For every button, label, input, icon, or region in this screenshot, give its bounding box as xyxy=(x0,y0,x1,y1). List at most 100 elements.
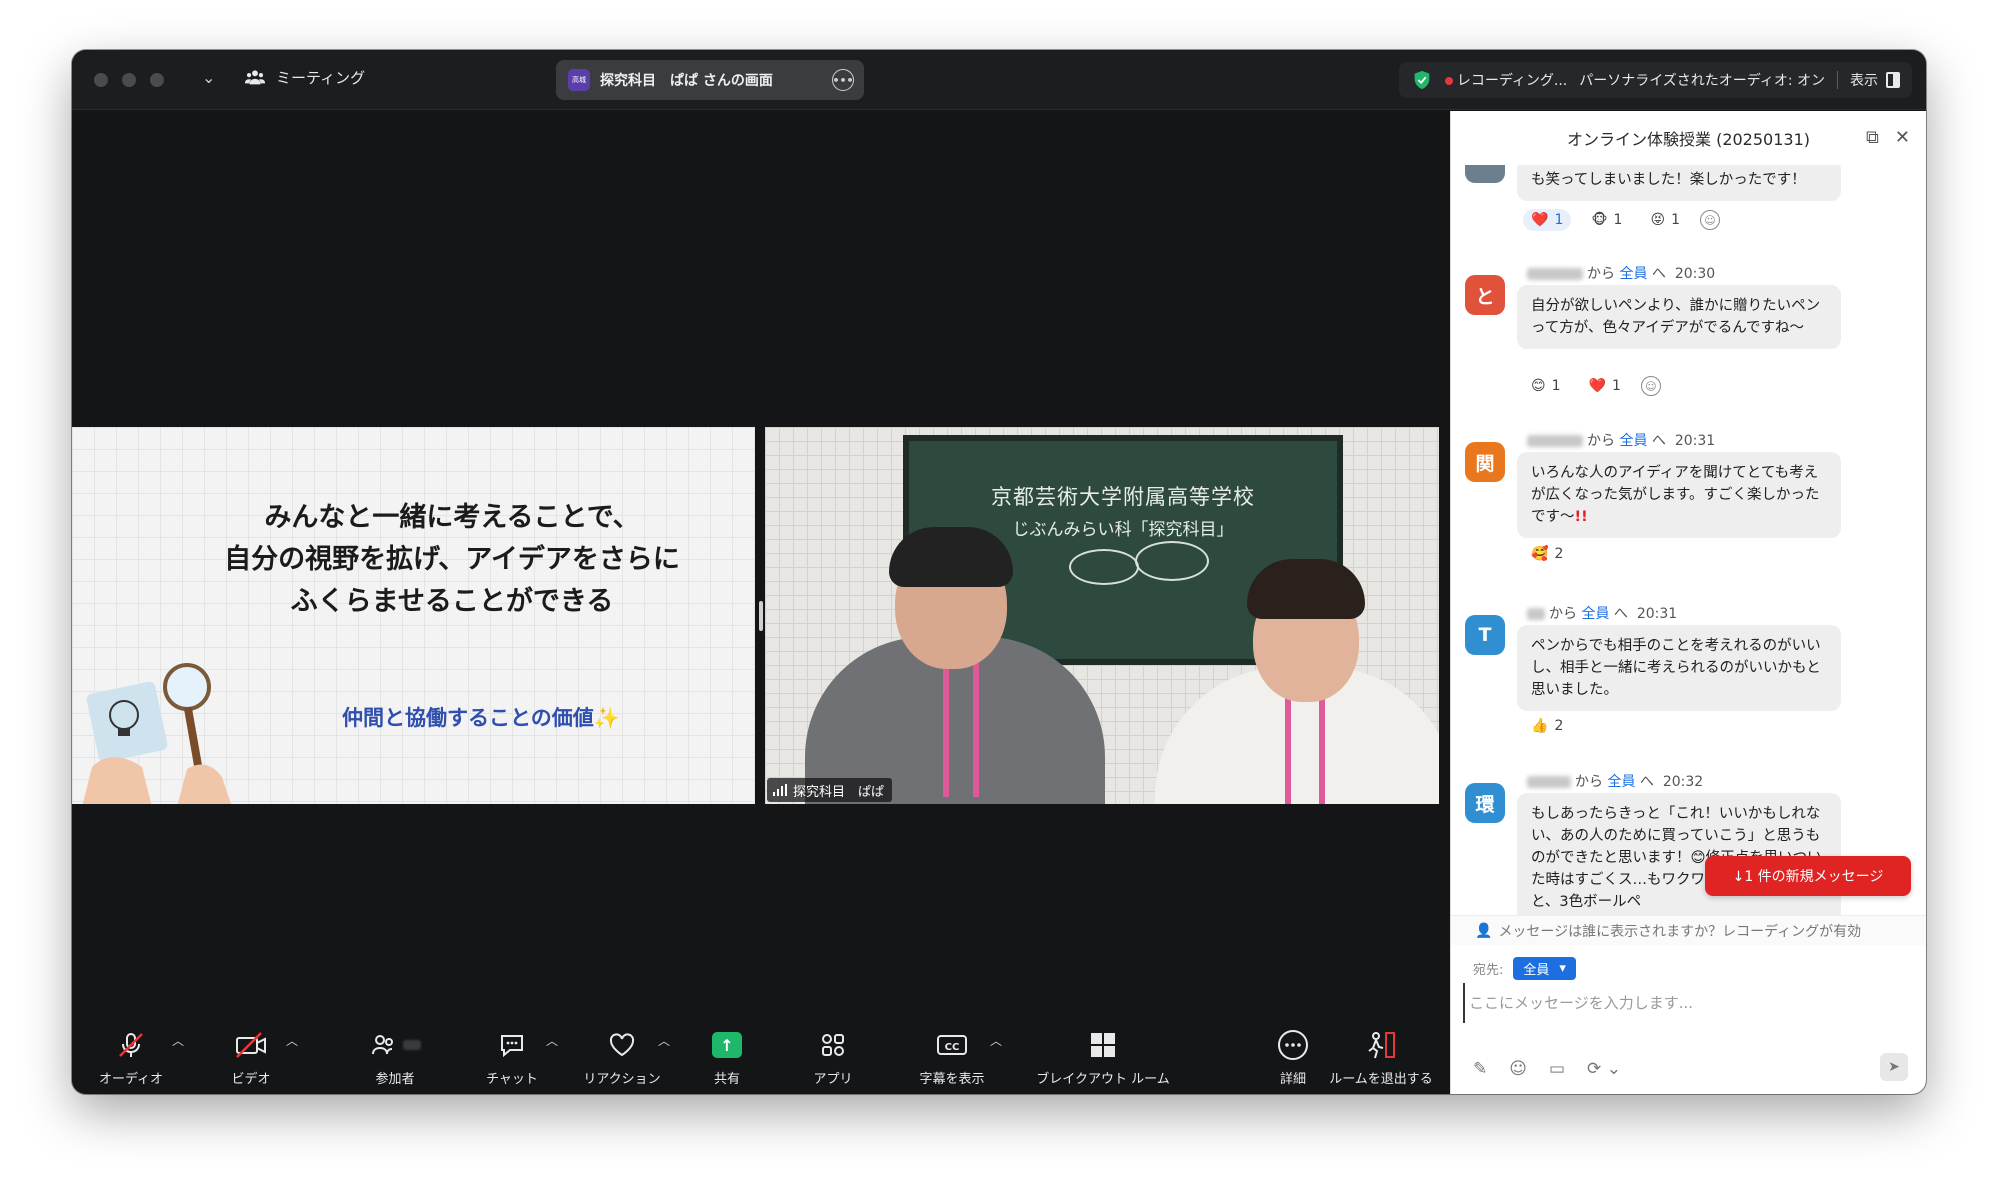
reaction-count: 1 xyxy=(1554,212,1564,228)
reaction-count: 1 xyxy=(1611,378,1621,394)
chat-header-actions: ⧉ ✕ xyxy=(1866,127,1910,148)
sender-name-redacted xyxy=(1527,776,1571,788)
captions-options-caret[interactable]: ︿ xyxy=(990,1032,1002,1049)
reaction-bar: 🥰 2 xyxy=(1523,543,1571,565)
recipient-selector: 宛先: 全員 ▾ xyxy=(1473,957,1576,980)
reaction-heart[interactable]: ❤️ 1 xyxy=(1523,209,1572,231)
from-word: から xyxy=(1587,266,1615,282)
captions-button[interactable]: CC 字幕を表示 xyxy=(902,1016,1002,1094)
speech-bubble-right xyxy=(1135,541,1209,581)
more-options-icon[interactable]: ••• xyxy=(832,69,854,91)
audio-label: オーディオ xyxy=(98,1072,164,1087)
reaction-smile[interactable]: 😊 1 xyxy=(1523,375,1569,397)
chat-header: オンライン体験授業 (20250131) ⧉ ✕ xyxy=(1451,111,1926,165)
apps-button[interactable]: アプリ xyxy=(798,1016,868,1094)
reaction-bar: 😊 1 ❤️ 1 ☺ xyxy=(1523,375,1661,397)
file-icon[interactable]: ▭ xyxy=(1549,1059,1565,1079)
add-reaction-icon[interactable]: ☺ xyxy=(1640,376,1661,396)
participant-name: 探究科目 ぱぱ xyxy=(793,784,885,800)
audio-options-caret[interactable]: ︿ xyxy=(172,1032,184,1049)
reactions-button[interactable]: リアクション xyxy=(572,1016,672,1094)
video-button[interactable]: ビデオ xyxy=(212,1016,290,1094)
meeting-stage: みんなと一緒に考えることで、 自分の視野を拡げ、アイデアをさらに ふくらませるこ… xyxy=(72,111,1450,1021)
person-right-hair xyxy=(1247,559,1365,619)
split-view-handle[interactable] xyxy=(759,601,763,631)
screenshot-icon[interactable]: ⟳ ⌄ xyxy=(1587,1059,1621,1079)
svg-text:CC: CC xyxy=(945,1042,960,1053)
message-visibility-notice[interactable]: 👤 メッセージは誰に表示されますか？レコーディングが有効 xyxy=(1451,915,1926,945)
recipient-dropdown[interactable]: 全員 ▾ xyxy=(1513,957,1576,980)
more-icon xyxy=(1277,1030,1309,1060)
from-word: から xyxy=(1587,433,1615,449)
person-left-hair xyxy=(889,527,1013,587)
chat-message-list[interactable]: も笑ってしまいました！楽しかったです！ ❤️ 1 🐵 1 😝 1 ☺ から 全員 へ … xyxy=(1451,165,1926,923)
reaction-emoji: 🥰 xyxy=(1531,546,1549,562)
reaction-count: 1 xyxy=(1671,212,1680,228)
divider xyxy=(1837,71,1838,89)
new-message-button[interactable]: ↓1 件の新規メッセージ xyxy=(1705,856,1911,896)
dropdown-caret-icon: ▾ xyxy=(1559,961,1566,976)
captions-label: 字幕を表示 xyxy=(919,1072,985,1087)
breakout-rooms-button[interactable]: ブレイクアウト ルーム xyxy=(1018,1016,1188,1094)
slide-line-1: みんなと一緒に考えることで、 xyxy=(264,502,640,533)
composer-toolbar: ✎ ☺ ▭ ⟳ ⌄ xyxy=(1473,1059,1621,1079)
message-meta: から 全員 へ 20:32 xyxy=(1527,771,1703,791)
status-bar: レコーディング... パーソナライズされたオーディオ: オン 表示 xyxy=(1398,62,1912,98)
lightbulb-magnifier-illustration xyxy=(82,663,231,804)
participant-video[interactable]: 京都芸術大学附属高等学校 じぶんみらい科「探究科目」 探究科目 ぱぱ xyxy=(765,427,1439,804)
slide-subtitle-text: 仲間と協働することの価値 xyxy=(342,706,594,730)
leave-room-label: ルームを退出する xyxy=(1329,1072,1433,1087)
minimize-window-button[interactable] xyxy=(122,73,136,87)
reaction-love[interactable]: 🥰 2 xyxy=(1523,543,1571,565)
reaction-thumbs-up[interactable]: 👍 2 xyxy=(1523,715,1571,737)
audio-button[interactable]: オーディオ xyxy=(92,1016,170,1094)
view-button[interactable]: 表示 xyxy=(1850,70,1900,90)
avatar xyxy=(1465,165,1505,183)
reaction-monkey[interactable]: 🐵 1 xyxy=(1583,209,1630,231)
blackboard-line-1: 京都芸術大学附属高等学校 xyxy=(991,485,1255,509)
recording-label: レコーディング... xyxy=(1456,73,1568,89)
to-suffix: へ xyxy=(1651,433,1666,449)
send-icon: ➤ xyxy=(1888,1059,1900,1075)
message-time: 20:31 xyxy=(1674,433,1716,449)
reaction-heart[interactable]: ❤️ 1 xyxy=(1581,375,1629,397)
shield-icon[interactable] xyxy=(1411,69,1433,91)
message-input[interactable] xyxy=(1463,983,1903,1023)
message-bubble: も笑ってしまいました！楽しかったです！ xyxy=(1517,165,1841,201)
recipient-link[interactable]: 全員 xyxy=(1619,433,1647,449)
reaction-emoji: 🐵 xyxy=(1591,212,1608,228)
pop-out-icon[interactable]: ⧉ xyxy=(1866,127,1879,148)
recipient-link[interactable]: 全員 xyxy=(1581,606,1609,622)
format-text-icon[interactable]: ✎ xyxy=(1473,1059,1487,1079)
emoji-icon[interactable]: ☺ xyxy=(1509,1059,1527,1079)
recipient-link[interactable]: 全員 xyxy=(1619,266,1647,282)
audio-status[interactable]: パーソナライズされたオーディオ: オン xyxy=(1579,70,1825,90)
recipient-link[interactable]: 全員 xyxy=(1607,774,1635,790)
send-button[interactable]: ➤ xyxy=(1880,1053,1908,1081)
participants-button[interactable]: 参加者 xyxy=(350,1016,440,1094)
close-window-button[interactable] xyxy=(94,73,108,87)
apps-label: アプリ xyxy=(813,1072,853,1087)
meeting-label: ミーティング xyxy=(276,68,366,87)
zoom-window-button[interactable] xyxy=(150,73,164,87)
close-icon[interactable]: ✕ xyxy=(1895,127,1910,148)
avatar: と xyxy=(1465,275,1505,315)
meeting-menu[interactable]: ミーティング xyxy=(244,66,365,88)
reaction-tongue[interactable]: 😝 1 xyxy=(1642,209,1688,231)
zoom-window: ⌄ ミーティング 高城 探究科目 ぱぱ さんの画面 ••• レコーディング...… xyxy=(72,50,1926,1094)
leave-room-button[interactable]: ルームを退出する xyxy=(1316,1016,1446,1094)
share-screen-button[interactable]: ↑ 共有 xyxy=(692,1016,762,1094)
reactions-options-caret[interactable]: ︿ xyxy=(658,1032,670,1049)
share-owner-badge: 高城 xyxy=(568,69,590,91)
screen-share-indicator[interactable]: 高城 探究科目 ぱぱ さんの画面 ••• xyxy=(556,60,864,100)
chat-options-caret[interactable]: ︿ xyxy=(546,1032,558,1049)
reaction-count: 2 xyxy=(1554,718,1564,734)
slide-line-2: 自分の視野を拡げ、アイデアをさらに xyxy=(224,544,680,575)
chat-button[interactable]: チャット xyxy=(472,1016,552,1094)
chevron-down-icon[interactable]: ⌄ xyxy=(202,68,215,87)
lanyard xyxy=(1319,689,1325,804)
recording-status[interactable]: レコーディング... xyxy=(1444,70,1568,90)
video-options-caret[interactable]: ︿ xyxy=(286,1032,298,1049)
sparkle-icon: ✨ xyxy=(593,706,620,730)
add-reaction-icon[interactable]: ☺ xyxy=(1700,210,1720,230)
